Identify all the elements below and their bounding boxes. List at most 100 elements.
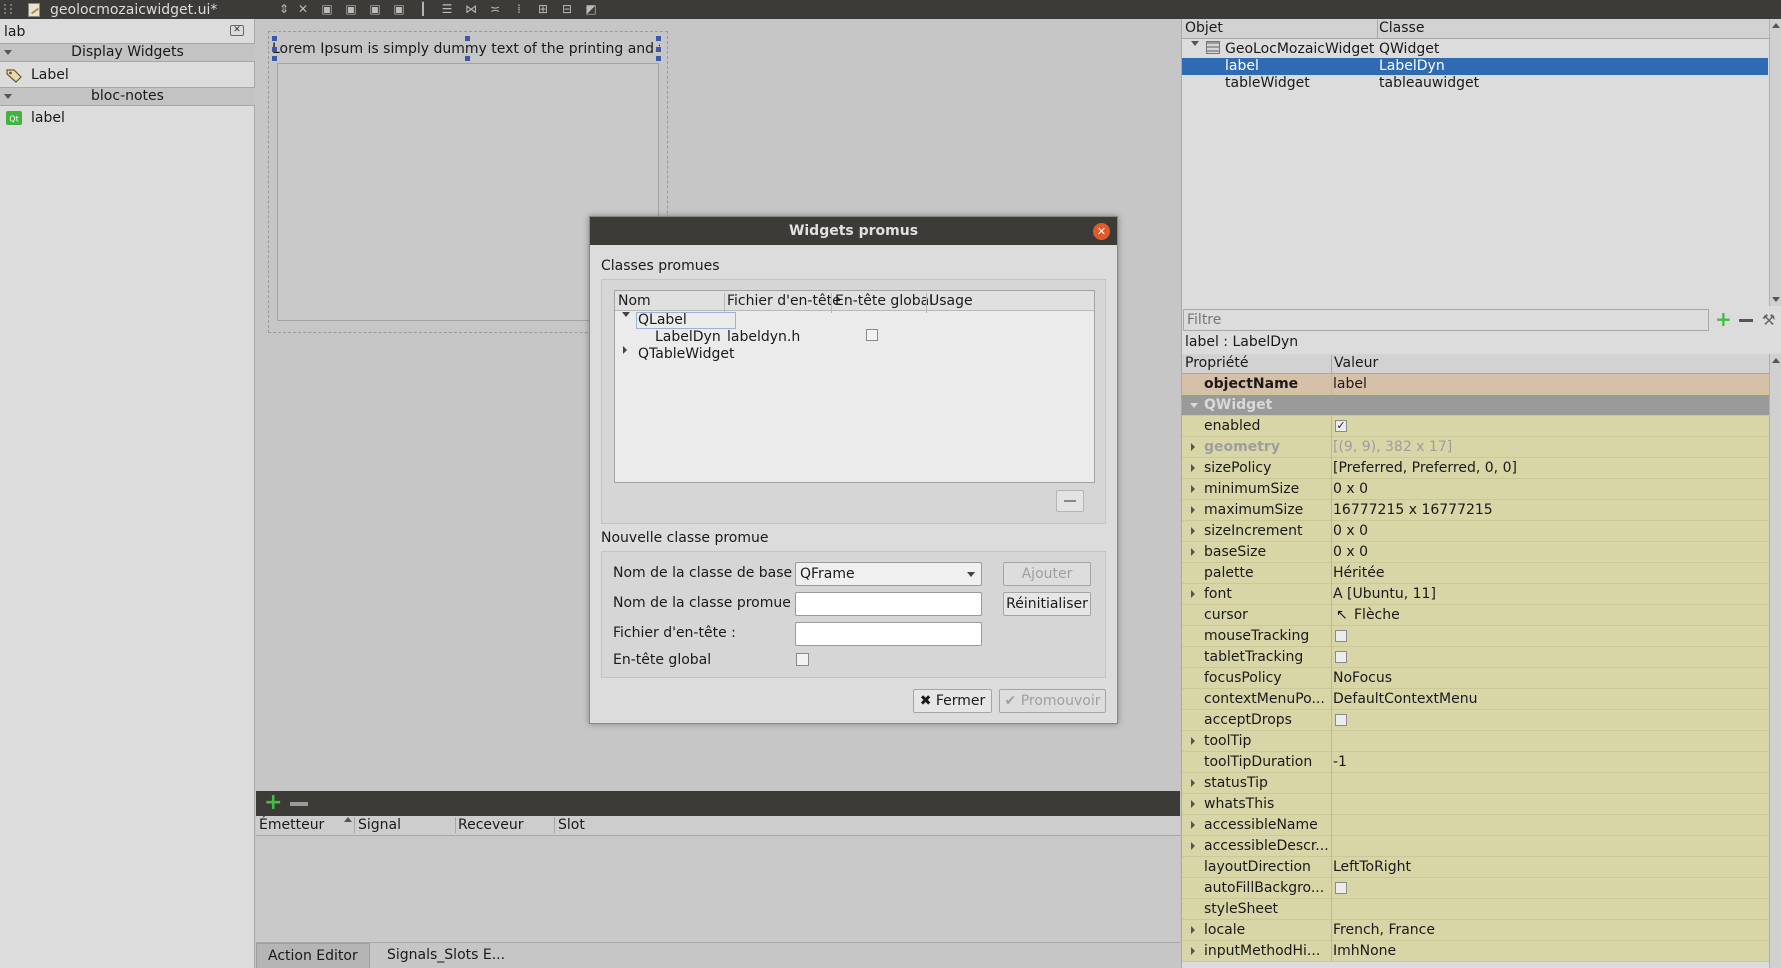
property-value[interactable]: 0 x 0 (1333, 542, 1368, 562)
wrench-icon[interactable]: ⚒ (1762, 311, 1775, 329)
column-header[interactable]: Signal (358, 817, 401, 833)
column-header[interactable]: En-tête global (835, 293, 933, 309)
global-include-checkbox[interactable] (796, 653, 809, 666)
column-header[interactable]: Émetteur (259, 817, 324, 833)
remove-dynamic-property-icon[interactable] (1739, 319, 1753, 322)
promote-button[interactable]: ✔ Promouvoir (999, 689, 1106, 713)
column-header[interactable]: Receveur (458, 817, 524, 833)
selection-handle[interactable] (272, 47, 277, 52)
property-value[interactable]: French, France (1333, 920, 1435, 940)
property-row[interactable]: layoutDirection LeftToRight (1182, 857, 1770, 878)
layout-vertical-icon[interactable]: ☰ (440, 2, 454, 16)
expand-arrow-icon[interactable] (1191, 947, 1195, 955)
property-row[interactable]: mouseTracking (1182, 626, 1770, 647)
column-header[interactable]: Slot (558, 817, 585, 833)
acceptdrops-checkbox[interactable] (1335, 714, 1347, 726)
promoted-classes-tree[interactable]: Nom Fichier d'en-tête En-tête global Usa… (614, 290, 1095, 483)
layout-horizontal-icon[interactable]: ┃ (416, 2, 430, 16)
property-value[interactable]: LeftToRight (1333, 857, 1411, 877)
property-row[interactable]: contextMenuPo... DefaultContextMenu (1182, 689, 1770, 710)
property-row[interactable]: autoFillBackgro... (1182, 878, 1770, 899)
edit-buddies-icon[interactable]: ▣ (368, 2, 382, 16)
object-inspector-scrollbar[interactable] (1769, 19, 1781, 306)
splitter-horizontal-icon[interactable]: ⋈ (464, 2, 478, 16)
selection-handle[interactable] (465, 56, 470, 61)
property-row[interactable]: statusTip (1182, 773, 1770, 794)
expand-arrow-icon[interactable] (1191, 485, 1195, 493)
tablettracking-checkbox[interactable] (1335, 651, 1347, 663)
base-class-combo[interactable]: QFrame (795, 562, 982, 586)
column-header[interactable]: Valeur (1334, 355, 1378, 371)
widget-item-custom-label[interactable]: Qt label (0, 107, 255, 129)
property-row[interactable]: accessibleName (1182, 815, 1770, 836)
property-value[interactable]: [(9, 9), 382 x 17] (1333, 437, 1452, 457)
add-dynamic-property-icon[interactable]: + (1715, 307, 1732, 331)
global-include-checkbox[interactable] (866, 329, 878, 341)
widget-item-label[interactable]: Label (0, 64, 255, 86)
property-value[interactable]: 16777215 x 16777215 (1333, 500, 1493, 520)
edit-tab-order-icon[interactable]: ▣ (392, 2, 406, 16)
edit-signals-icon[interactable]: ▣ (344, 2, 358, 16)
selection-handle[interactable] (656, 36, 661, 41)
property-row[interactable]: sizePolicy [Preferred, Preferred, 0, 0] (1182, 458, 1770, 479)
remove-promoted-class-button[interactable] (1056, 490, 1084, 512)
property-value[interactable]: 0 x 0 (1333, 521, 1368, 541)
column-header[interactable]: Usage (929, 293, 973, 309)
tab-action-editor[interactable]: Action Editor (256, 943, 370, 968)
property-row[interactable]: objectName label (1182, 374, 1770, 395)
column-header[interactable]: Fichier d'en-tête (727, 293, 841, 309)
property-value[interactable]: Flèche (1354, 605, 1400, 625)
property-row[interactable]: font A [Ubuntu, 11] (1182, 584, 1770, 605)
widget-filter[interactable]: lab (0, 22, 255, 42)
property-value[interactable]: label (1333, 374, 1367, 394)
expand-arrow-icon[interactable] (1191, 590, 1195, 598)
autofillbackground-checkbox[interactable] (1335, 882, 1347, 894)
scroll-down-icon[interactable] (1772, 297, 1780, 302)
expand-arrow-icon[interactable] (1191, 779, 1195, 787)
tree-row-labeldyn[interactable]: LabelDyn labeldyn.h (615, 329, 1094, 346)
property-row[interactable]: inputMethodHi... ImhNone (1182, 941, 1770, 962)
close-form-icon[interactable]: ✕ (296, 2, 310, 16)
property-row[interactable]: enabled ✓ (1182, 416, 1770, 437)
property-filter-input[interactable] (1183, 309, 1709, 331)
expand-arrow-icon[interactable] (1191, 464, 1195, 472)
property-row[interactable]: maximumSize 16777215 x 16777215 (1182, 500, 1770, 521)
object-row-tablewidget[interactable]: tableWidget tableauwidget (1182, 75, 1768, 92)
property-row[interactable]: sizeIncrement 0 x 0 (1182, 521, 1770, 542)
object-row-root[interactable]: GeoLocMozaicWidget QWidget (1182, 41, 1768, 58)
property-value[interactable]: ImhNone (1333, 941, 1396, 961)
property-value[interactable]: Héritée (1333, 563, 1385, 583)
reset-button[interactable]: Réinitialiser (1003, 592, 1091, 616)
property-row[interactable]: minimumSize 0 x 0 (1182, 479, 1770, 500)
column-header[interactable]: Classe (1379, 20, 1424, 36)
column-header[interactable]: Propriété (1185, 355, 1248, 371)
property-row[interactable]: acceptDrops (1182, 710, 1770, 731)
scroll-up-icon[interactable] (1772, 23, 1780, 28)
add-button[interactable]: Ajouter (1003, 562, 1091, 586)
expand-arrow-icon[interactable] (1191, 443, 1195, 451)
adjust-size-icon[interactable]: ◩ (584, 2, 598, 16)
property-value[interactable]: -1 (1333, 752, 1347, 772)
category-bloc-notes[interactable]: bloc-notes (0, 87, 255, 106)
expand-arrow-icon[interactable] (1191, 506, 1195, 514)
break-layout-icon[interactable]: ⊟ (560, 2, 574, 16)
property-row[interactable]: toolTipDuration -1 (1182, 752, 1770, 773)
expand-arrow-icon[interactable] (1191, 926, 1195, 934)
selection-handle[interactable] (656, 47, 661, 52)
promoted-class-input[interactable] (795, 592, 982, 616)
property-row[interactable]: baseSize 0 x 0 (1182, 542, 1770, 563)
expand-arrow-icon[interactable] (1191, 527, 1195, 535)
tree-row-qlabel[interactable]: QLabel (615, 312, 1094, 329)
category-display-widgets[interactable]: Display Widgets (0, 43, 255, 62)
layout-grid-icon[interactable]: ⊞ (536, 2, 550, 16)
column-header[interactable]: Objet (1185, 20, 1223, 36)
selection-handle[interactable] (465, 36, 470, 41)
tab-signals-slots-editor[interactable]: Signals_Slots E... (376, 943, 516, 968)
property-value[interactable]: [Preferred, Preferred, 0, 0] (1333, 458, 1517, 478)
property-row[interactable]: styleSheet (1182, 899, 1770, 920)
selection-handle[interactable] (272, 36, 277, 41)
property-row[interactable]: geometry [(9, 9), 382 x 17] (1182, 437, 1770, 458)
property-value[interactable]: 0 x 0 (1333, 479, 1368, 499)
layout-form-icon[interactable]: ⁞ (512, 2, 526, 16)
clear-filter-icon[interactable]: ✕ (230, 25, 244, 36)
